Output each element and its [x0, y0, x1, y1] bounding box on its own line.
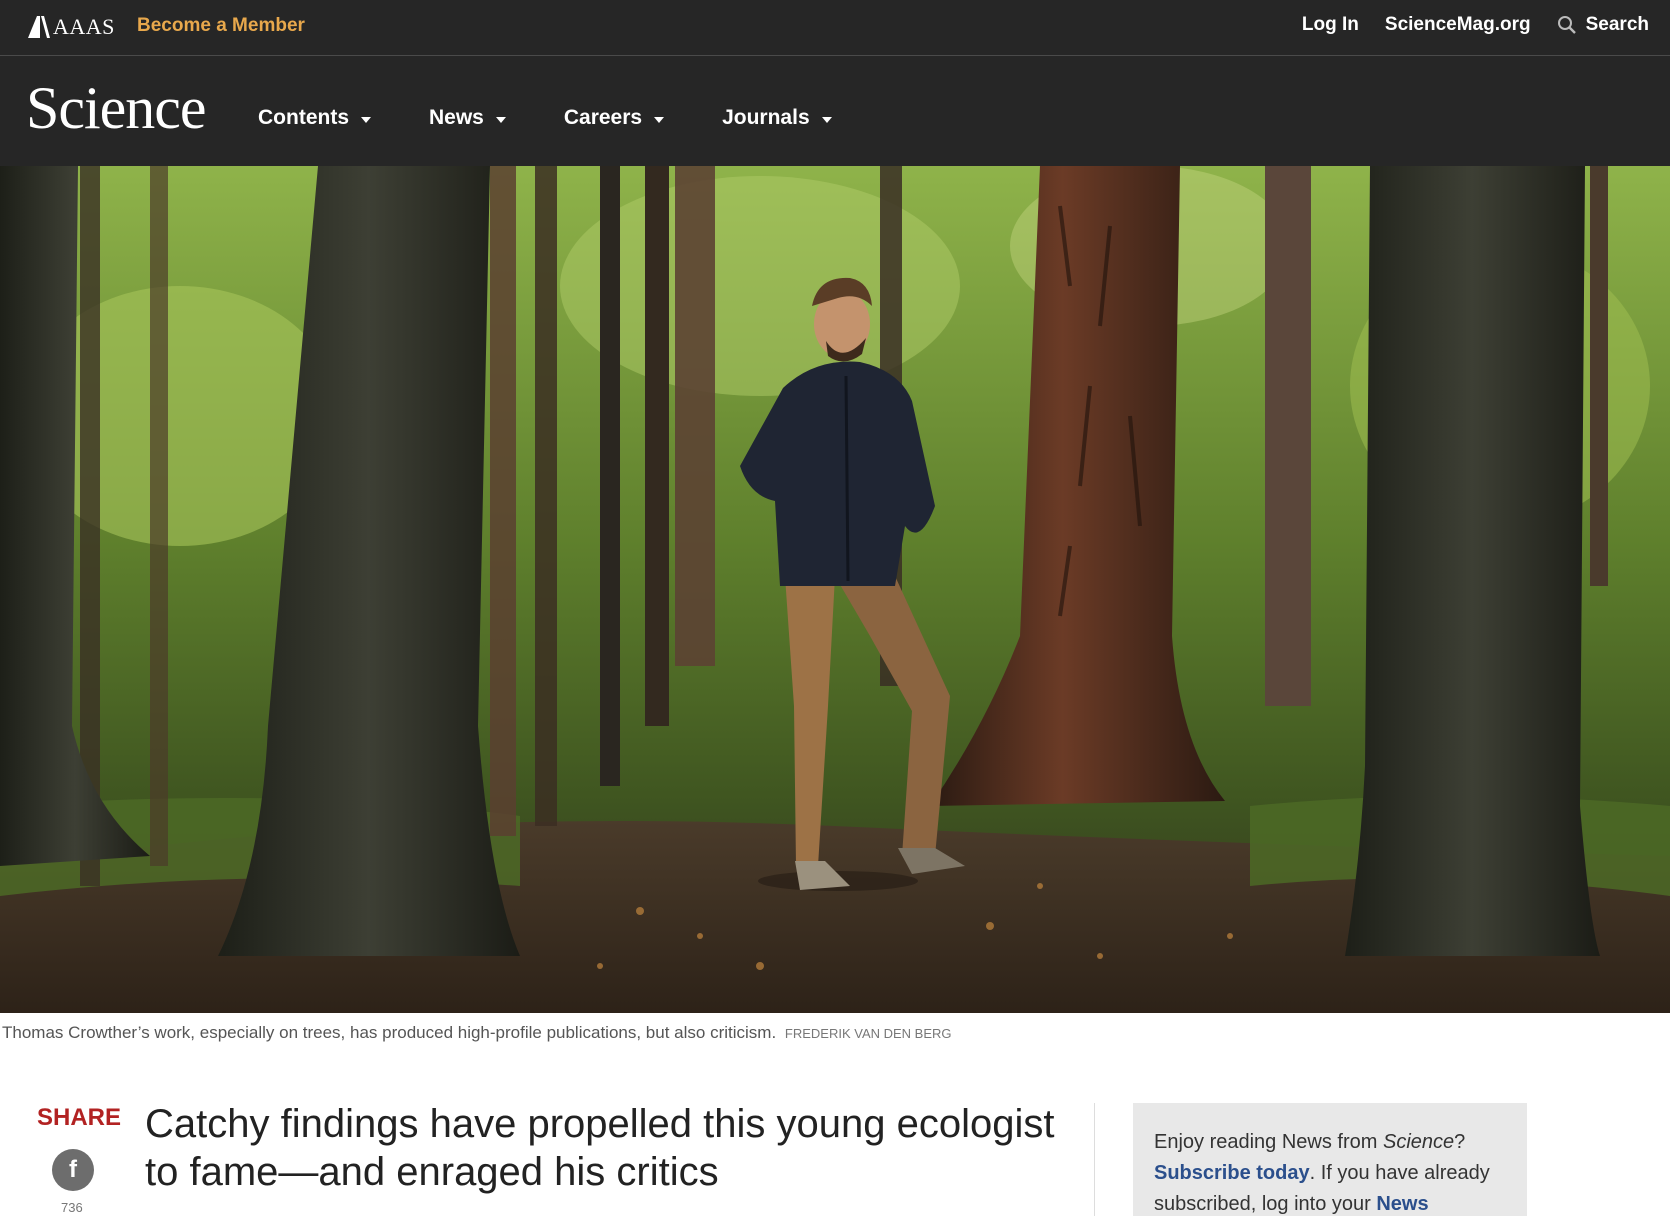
subscribe-today-link[interactable]: Subscribe today — [1154, 1162, 1310, 1184]
nav-item-label: Journals — [722, 106, 810, 129]
sciencemag-link[interactable]: ScienceMag.org — [1385, 14, 1531, 36]
news-account-link[interactable]: News — [1376, 1193, 1428, 1215]
promo-text: ? — [1454, 1131, 1466, 1153]
chevron-down-icon — [654, 116, 665, 123]
facebook-share-button[interactable]: f — [52, 1149, 94, 1191]
chevron-down-icon — [495, 116, 506, 123]
nav-menu: Contents News Careers Journals — [258, 106, 832, 130]
subscribe-promo: Enjoy reading News from Science? Subscri… — [1133, 1103, 1527, 1216]
promo-text: Enjoy reading News from — [1154, 1131, 1383, 1153]
nav-item-news[interactable]: News — [429, 106, 506, 130]
nav-item-journals[interactable]: Journals — [722, 106, 832, 130]
aaas-logo[interactable]: AAAS — [27, 14, 115, 40]
chevron-down-icon — [361, 116, 371, 123]
aaas-brand-text: AAAS — [53, 14, 115, 39]
aaas-logo-icon — [28, 16, 50, 38]
top-right-links: Log In ScienceMag.org Search — [1302, 14, 1649, 36]
caption-text: Thomas Crowther’s work, especially on tr… — [2, 1023, 777, 1042]
nav-item-label: Contents — [258, 106, 349, 129]
search-button[interactable]: Search — [1557, 14, 1649, 36]
hero-photo — [0, 166, 1670, 1013]
nav-item-careers[interactable]: Careers — [563, 106, 665, 130]
become-member-link[interactable]: Become a Member — [137, 15, 305, 37]
login-link[interactable]: Log In — [1302, 14, 1359, 36]
column-divider — [1094, 1103, 1095, 1216]
search-label: Search — [1585, 14, 1649, 35]
promo-science-em: Science — [1382, 1131, 1455, 1153]
top-utility-bar: AAAS Become a Member Log In ScienceMag.o… — [0, 0, 1670, 56]
science-logo[interactable]: Science — [26, 78, 207, 138]
photo-credit: FREDERIK VAN DEN BERG — [784, 1026, 952, 1041]
forest-illustration — [0, 166, 1670, 1013]
nav-item-contents[interactable]: Contents — [258, 106, 371, 130]
search-icon — [1557, 16, 1576, 34]
facebook-icon: f — [69, 1156, 77, 1183]
facebook-share-count: 736 — [61, 1200, 83, 1215]
nav-item-label: News — [429, 106, 484, 129]
article-headline: Catchy findings have propelled this youn… — [145, 1102, 1055, 1194]
photo-caption: Thomas Crowther’s work, especially on tr… — [2, 1023, 952, 1043]
main-navigation: Science Contents News Careers Journals — [0, 56, 1670, 166]
nav-item-label: Careers — [563, 106, 643, 129]
share-label: SHARE — [37, 1104, 122, 1131]
chevron-down-icon — [821, 116, 832, 123]
